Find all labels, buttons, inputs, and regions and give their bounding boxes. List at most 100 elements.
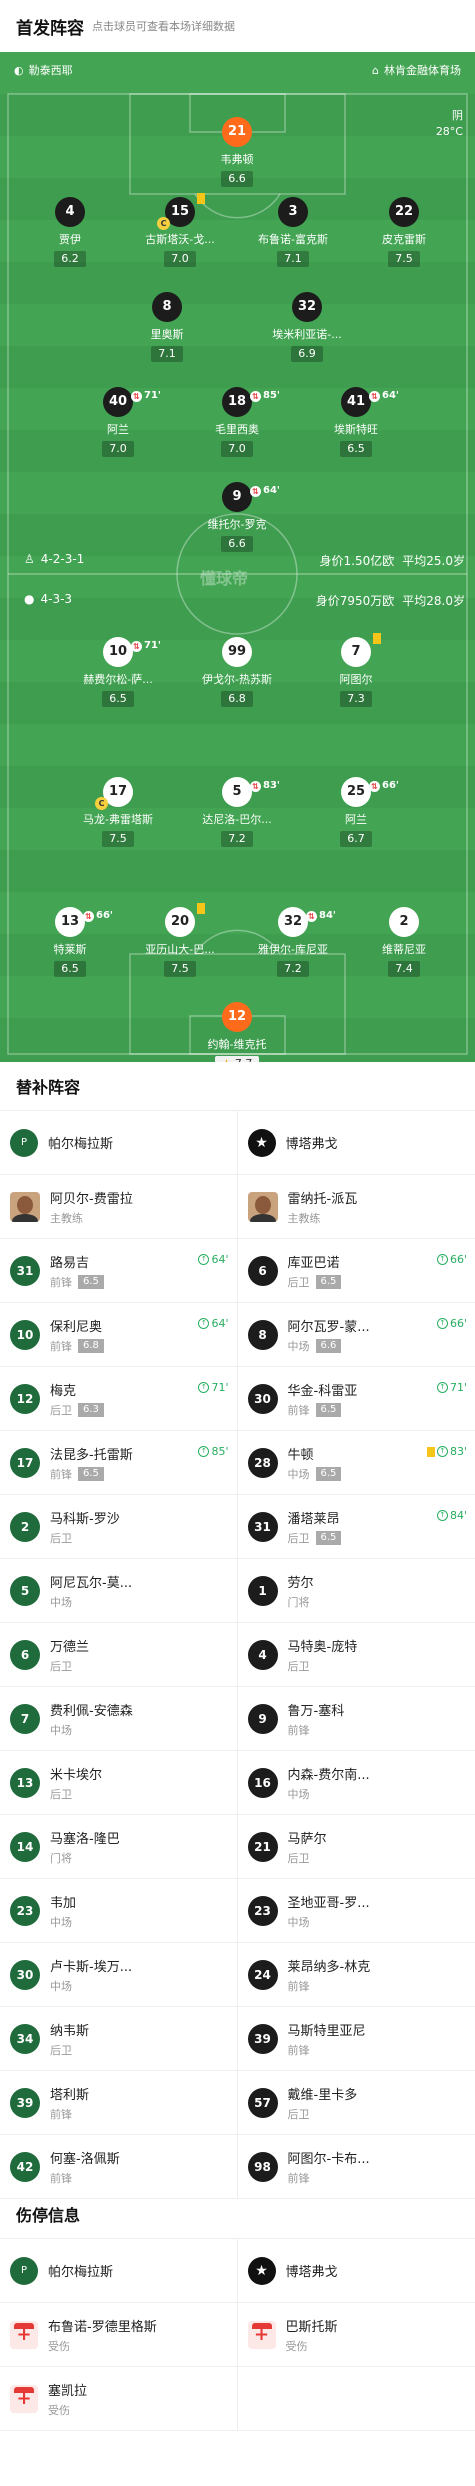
- sub-player[interactable]: 12 梅克 后卫 6.3 ↑ 71': [0, 1367, 238, 1431]
- player-meta: 中场: [50, 1722, 133, 1738]
- player-away[interactable]: 13 ⇅ 66' 特莱斯 6.5: [25, 907, 115, 977]
- sub-player[interactable]: 31 路易吉 前锋 6.5 ↑ 64': [0, 1239, 238, 1303]
- sub-player[interactable]: 39 马斯特里亚尼 前锋: [237, 2007, 475, 2071]
- player-home[interactable]: 8 里奥斯 7.1: [122, 292, 212, 362]
- jersey-number: 22: [389, 197, 419, 227]
- sub-player[interactable]: 17 法昆多-托雷斯 前锋 6.5 ↑ 85': [0, 1431, 238, 1495]
- jersey-number-text: 41: [346, 394, 366, 409]
- sub-player[interactable]: 28 牛顿 中场 6.5 ↑ 83': [237, 1431, 475, 1495]
- away-team-row[interactable]: ★ 博塔弗戈: [237, 2239, 475, 2303]
- player-away[interactable]: 20 亚历山大-巴... 7.5: [135, 903, 225, 977]
- home-team-row[interactable]: P 帕尔梅拉斯: [0, 2239, 238, 2303]
- player-home[interactable]: 3 布鲁诺-富克斯 7.1: [248, 197, 338, 267]
- sub-player[interactable]: 1 劳尔 门将: [237, 1559, 475, 1623]
- injured-player[interactable]: 塞凯拉受伤: [0, 2367, 238, 2431]
- player-meta: 前锋: [288, 1722, 345, 1738]
- sub-player[interactable]: 14 马塞洛-隆巴 门将: [0, 1815, 238, 1879]
- captain-badge: C: [157, 217, 170, 230]
- player-away[interactable]: 12约翰-维克托★ 7.7: [192, 1002, 282, 1062]
- player-name: 马特奥-庞特: [287, 1639, 358, 1655]
- sub-time: 71': [144, 390, 161, 401]
- sub-player[interactable]: 23 韦加 中场: [0, 1879, 238, 1943]
- player-meta: 门将: [50, 1850, 120, 1866]
- sub-player[interactable]: 6 万德兰 后卫: [0, 1623, 238, 1687]
- player-home[interactable]: 4 贾伊 6.2: [25, 197, 115, 267]
- player-home[interactable]: 15 C 古斯塔沃-戈... 7.0: [135, 193, 225, 267]
- sub-player[interactable]: 30 卢卡斯-埃万... 中场: [0, 1943, 238, 2007]
- sub-player[interactable]: 23 圣地亚哥-罗... 中场: [237, 1879, 475, 1943]
- sub-player[interactable]: 7 费利佩-安德森 中场: [0, 1687, 238, 1751]
- injured-player[interactable]: 巴斯托斯受伤: [237, 2303, 475, 2367]
- player-rating: 6.5: [315, 1274, 342, 1289]
- player-away[interactable]: 25 ⇅ 66' 阿兰 6.7: [311, 777, 401, 847]
- sub-off-indicator: ⇅ 83': [250, 771, 280, 801]
- jersey-number: 4: [55, 197, 85, 227]
- player-info: 马萨尔 后卫: [288, 1828, 327, 1866]
- home-team-row[interactable]: P 帕尔梅拉斯: [0, 1111, 238, 1175]
- player-away[interactable]: 5 ⇅ 83' 达尼洛-巴尔... 7.2: [192, 777, 282, 847]
- player-away[interactable]: 17 C 马龙-弗雷塔斯 7.5: [73, 777, 163, 847]
- sub-player[interactable]: 31 潘塔莱昂 后卫 6.5 ↑ 84': [237, 1495, 475, 1559]
- sub-player[interactable]: 16 内森-费尔南... 中场: [237, 1751, 475, 1815]
- player-away[interactable]: 7 阿图尔 7.3: [311, 633, 401, 707]
- player-name: 特莱斯: [53, 943, 87, 956]
- player-home[interactable]: 22 皮克雷斯 7.5: [359, 197, 449, 267]
- player-home[interactable]: 18 ⇅ 85' 毛里西奥 7.0: [192, 387, 282, 457]
- sub-time: 64': [263, 485, 280, 496]
- sub-player[interactable]: 30 华金-科雷亚 前锋 6.5 ↑ 71': [237, 1367, 475, 1431]
- jersey-number: 15 C: [157, 193, 205, 230]
- empty-cell: [237, 2367, 475, 2431]
- coach-avatar: [247, 1191, 278, 1222]
- player-meta: 后卫: [288, 1658, 358, 1674]
- player-rating: 6.8: [221, 691, 253, 707]
- captain-badge: C: [95, 797, 108, 810]
- away-team-row[interactable]: ★ 博塔弗戈: [237, 1111, 475, 1175]
- jersey-number: 57: [247, 2087, 278, 2118]
- player-home[interactable]: 9 ⇅ 64' 维托尔-罗克 6.6: [192, 482, 282, 552]
- player-position: 后卫: [50, 2043, 72, 2057]
- injury-status: 受伤: [285, 2339, 308, 2353]
- subs-title: 替补阵容: [16, 1078, 81, 1097]
- away-formation-stats: 身价7950万欧 平均28.0岁: [316, 592, 465, 609]
- player-rating: 6.6: [221, 536, 253, 552]
- player-home[interactable]: 40 ⇅ 71' 阿兰 7.0: [73, 387, 163, 457]
- jersey-number-text: 8: [162, 299, 172, 314]
- sub-player[interactable]: 5 阿尼瓦尔-莫... 中场: [0, 1559, 238, 1623]
- sub-player[interactable]: 39 塔利斯 前锋: [0, 2071, 238, 2135]
- sub-player[interactable]: 2 马科斯-罗沙 后卫: [0, 1495, 238, 1559]
- injured-player[interactable]: 布鲁诺-罗德里格斯受伤: [0, 2303, 238, 2367]
- player-home[interactable]: 41 ⇅ 64' 埃斯特旺 6.5: [311, 387, 401, 457]
- sub-time: 85': [211, 1445, 229, 1458]
- player-rating: 6.5: [54, 961, 86, 977]
- coach-name: 雷纳托-派瓦: [287, 1191, 358, 1207]
- lineup-subtitle: 点击球员可查看本场详细数据: [92, 20, 235, 33]
- home-age: 平均25.0岁: [402, 554, 465, 568]
- player-rating: 7.5: [388, 251, 420, 267]
- sub-player[interactable]: 9 鲁万-塞科 前锋: [237, 1687, 475, 1751]
- player-away[interactable]: 99 伊戈尔-热苏斯 6.8: [192, 637, 282, 707]
- sub-player[interactable]: 24 莱昂纳多-林克 前锋: [237, 1943, 475, 2007]
- home-value: 身价1.50亿欧: [319, 554, 395, 568]
- sub-player[interactable]: 57 戴维-里卡多 后卫: [237, 2071, 475, 2135]
- player-away[interactable]: 32 ⇅ 84' 雅伊尔-库尼亚 7.2: [248, 907, 338, 977]
- sub-on-icon: ↑: [198, 1254, 210, 1265]
- jersey-number-text: 7: [351, 644, 361, 659]
- home-coach[interactable]: 阿贝尔-费雷拉 主教练: [0, 1175, 238, 1239]
- away-coach[interactable]: 雷纳托-派瓦 主教练: [237, 1175, 475, 1239]
- player-home[interactable]: 21 韦弗顿 6.6: [192, 117, 282, 187]
- player-away[interactable]: 10 ⇅ 71' 赫费尔松-萨... 6.5: [73, 637, 163, 707]
- sub-player[interactable]: 34 纳韦斯 后卫: [0, 2007, 238, 2071]
- player-away[interactable]: 2 维蒂尼亚 7.4: [359, 907, 449, 977]
- player-name: 马科斯-罗沙: [50, 1511, 120, 1527]
- sub-player[interactable]: 6 库亚巴诺 后卫 6.5 ↑ 66': [237, 1239, 475, 1303]
- sub-off-icon: ⇅: [369, 390, 380, 402]
- sub-player[interactable]: 8 阿尔瓦罗-蒙... 中场 6.6 ↑ 66': [237, 1303, 475, 1367]
- player-meta: 中场: [288, 1786, 370, 1802]
- sub-player[interactable]: 13 米卡埃尔 后卫: [0, 1751, 238, 1815]
- jersey-number: 17: [10, 1447, 40, 1478]
- sub-player[interactable]: 4 马特奥-庞特 后卫: [237, 1623, 475, 1687]
- player-home[interactable]: 32 埃米利亚诺-... 6.9: [262, 292, 352, 362]
- sub-player[interactable]: 10 保利尼奥 前锋 6.8 ↑ 64': [0, 1303, 238, 1367]
- jersey-number-text: 9: [232, 489, 242, 504]
- sub-player[interactable]: 21 马萨尔 后卫: [237, 1815, 475, 1879]
